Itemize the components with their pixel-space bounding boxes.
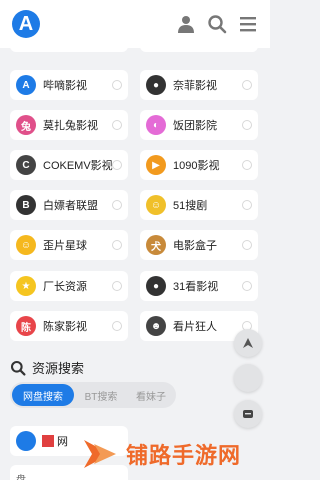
site-label: 31看影视 xyxy=(173,281,219,293)
site-label: 歪片星球 xyxy=(43,240,87,252)
dog-icon: 犬 xyxy=(146,235,166,255)
site-card[interactable]: A 哔嘀影视 xyxy=(10,70,128,100)
globe-icon: ● xyxy=(146,75,166,95)
rice-ball-icon: ◐ xyxy=(146,115,166,135)
site-card[interactable]: 犬电影盒子 xyxy=(140,230,258,260)
result-icon xyxy=(16,431,36,451)
site-label: 莫扎兔影视 xyxy=(43,120,98,132)
home-icon xyxy=(42,435,54,447)
rabbit-icon: 兔 xyxy=(16,115,36,135)
smile-icon: ☺ xyxy=(16,235,36,255)
chevron-icon xyxy=(242,200,252,210)
tab-netdisk[interactable]: 网盘搜索 xyxy=(12,384,74,406)
user-icon[interactable] xyxy=(176,14,196,34)
site-label: COKEMV影视 xyxy=(43,160,113,172)
section-heading: 资源搜索 xyxy=(10,358,84,377)
site-card[interactable]: B 白嫖者联盟 xyxy=(10,190,128,220)
coke-icon: C xyxy=(16,155,36,175)
watermark-text: 铺路手游网 xyxy=(126,443,242,468)
b-icon: B xyxy=(16,195,36,215)
section-title: 资源搜索 xyxy=(32,361,85,376)
site-label: 厂长资源 xyxy=(43,281,87,293)
site-card[interactable]: ☺ 歪片星球 xyxy=(10,230,128,260)
site-card[interactable]: ★ 厂长资源 xyxy=(10,271,128,301)
watermark: 铺路手游网 xyxy=(80,428,270,480)
chevron-icon xyxy=(242,281,252,291)
up-arrow-icon xyxy=(243,338,253,348)
chevron-icon xyxy=(112,120,122,130)
chevron-icon xyxy=(242,240,252,250)
site-card-partial[interactable] xyxy=(10,38,128,52)
site-card[interactable]: ● 奈菲影视 xyxy=(140,70,258,100)
search-icon[interactable] xyxy=(207,14,227,34)
result-label: 网 xyxy=(57,436,68,448)
site-card[interactable]: ◐ 饭团影院 xyxy=(140,110,258,140)
play-icon: ▶ xyxy=(146,155,166,175)
chevron-icon xyxy=(112,321,122,331)
circle-button[interactable] xyxy=(234,364,262,392)
site-card-partial[interactable] xyxy=(140,38,258,52)
menu-icon[interactable] xyxy=(238,14,258,34)
site-card[interactable]: ☺ 51搜剧 xyxy=(140,190,258,220)
chevron-icon xyxy=(112,160,122,170)
chevron-icon xyxy=(242,120,252,130)
site-label: 1090影视 xyxy=(173,160,220,172)
site-label: 陈家影视 xyxy=(43,321,87,333)
chevron-icon xyxy=(112,80,122,90)
chen-icon: 陈 xyxy=(16,316,36,336)
site-label: 白嫖者联盟 xyxy=(43,200,98,212)
watermark-logo-icon xyxy=(84,440,116,468)
site-card[interactable]: 兔莫扎兔影视 xyxy=(10,110,128,140)
tab-bt[interactable]: BT搜索 xyxy=(76,384,126,406)
result-label: 盘 xyxy=(16,471,26,480)
site-card[interactable]: ▶ 1090影视 xyxy=(140,150,258,180)
site-card[interactable]: ● 31看影视 xyxy=(140,271,258,301)
search-icon xyxy=(10,360,26,376)
logo-letter: A xyxy=(18,12,34,35)
site-label: 51搜剧 xyxy=(173,200,208,212)
site-label: 哔嘀影视 xyxy=(43,80,87,92)
chevron-icon xyxy=(242,160,252,170)
search-tabs: 网盘搜索 BT搜索 看妹子 xyxy=(10,382,176,408)
letter-a-icon: A xyxy=(16,75,36,95)
site-label: 饭团影院 xyxy=(173,120,217,132)
factory-icon: ★ xyxy=(16,276,36,296)
site-card[interactable]: C COKEMV影视 xyxy=(10,150,128,180)
tab-girls[interactable]: 看妹子 xyxy=(128,384,174,406)
chevron-icon xyxy=(112,281,122,291)
site-label: 看片狂人 xyxy=(173,321,217,333)
chevron-icon xyxy=(112,240,122,250)
logo[interactable]: A xyxy=(12,10,40,38)
tv-button[interactable] xyxy=(234,400,262,428)
back-to-top-button[interactable] xyxy=(234,329,262,357)
globe-icon: ● xyxy=(146,276,166,296)
chevron-icon xyxy=(112,200,122,210)
site-label: 电影盒子 xyxy=(173,240,217,252)
tv-icon xyxy=(243,410,253,418)
site-card[interactable]: 陈陈家影视 xyxy=(10,311,128,341)
face-icon: ☻ xyxy=(146,316,166,336)
site-label: 奈菲影视 xyxy=(173,80,217,92)
chevron-icon xyxy=(242,80,252,90)
mascot-icon: ☺ xyxy=(146,195,166,215)
